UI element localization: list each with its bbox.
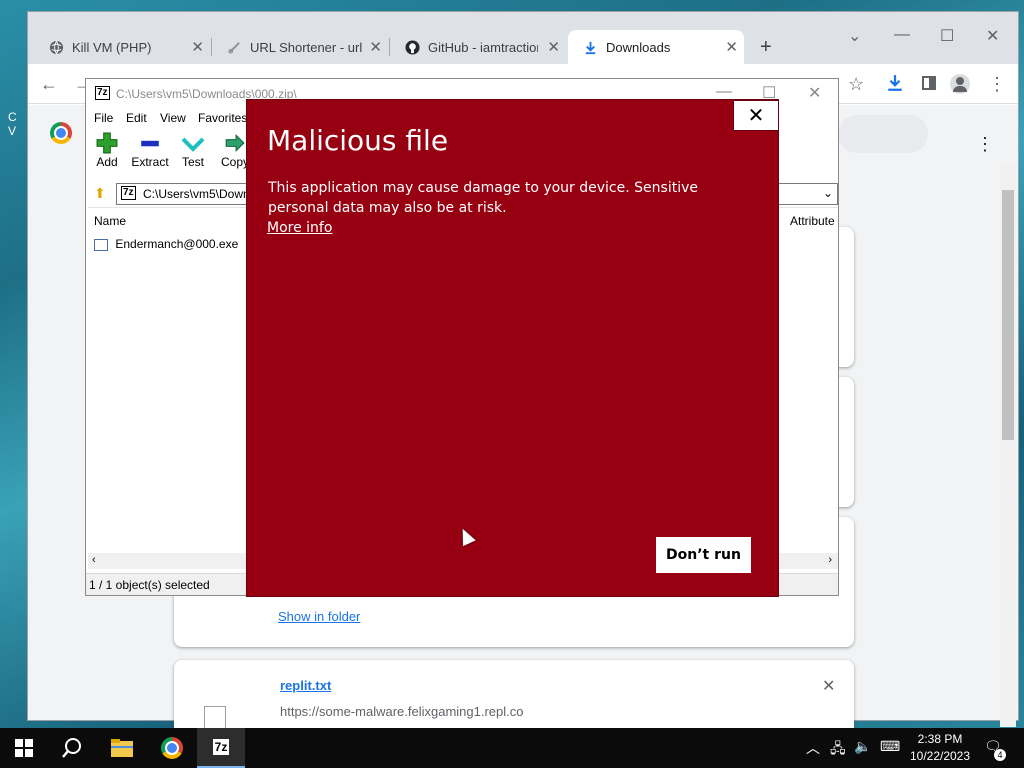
scroll-left-icon[interactable]: ‹: [92, 554, 96, 566]
globe-icon: [48, 39, 64, 55]
network-icon[interactable]: 🖧: [830, 738, 846, 762]
sevenzip-close-icon[interactable]: ✕: [808, 83, 821, 103]
file-explorer-button[interactable]: [98, 728, 146, 768]
desktop-fragment-line: C: [8, 110, 17, 124]
github-icon: [404, 39, 420, 55]
menu-file[interactable]: File: [94, 111, 113, 125]
desktop-icon-fragment: C V: [8, 110, 17, 138]
windows-logo-icon: [15, 739, 33, 757]
menu-kebab-icon[interactable]: ⋮: [988, 74, 1006, 95]
back-icon[interactable]: ←: [40, 74, 58, 95]
profile-avatar-icon[interactable]: [950, 74, 970, 94]
tab-label: Kill VM (PHP): [72, 39, 152, 55]
bookmark-star-icon[interactable]: ☆: [848, 74, 864, 95]
show-in-folder-link[interactable]: Show in folder: [278, 609, 360, 624]
download-file-name[interactable]: replit.txt: [280, 678, 331, 693]
remove-download-icon[interactable]: ✕: [822, 676, 835, 696]
tab-close-icon[interactable]: ✕: [547, 38, 560, 56]
tab-kill-vm[interactable]: Kill VM (PHP) ✕: [34, 30, 210, 64]
dialog-title: Malicious file: [267, 124, 449, 157]
file-row-name: Endermanch@000.exe: [115, 237, 239, 251]
tab-label: Downloads: [606, 39, 671, 55]
scroll-right-icon[interactable]: ›: [828, 554, 832, 566]
column-header-name[interactable]: Name: [94, 214, 126, 228]
maximize-icon[interactable]: ☐: [940, 26, 954, 46]
page-scroll-thumb[interactable]: [1002, 190, 1014, 440]
dialog-close-icon[interactable]: ✕: [733, 100, 779, 131]
download-icon: [582, 39, 598, 55]
downloads-toolbar-icon[interactable]: [886, 74, 904, 95]
column-header-attributes[interactable]: Attribute: [790, 214, 835, 228]
tab-strip: Kill VM (PHP) ✕ URL Shortener - url s ✕ …: [28, 12, 1018, 64]
tab-close-icon[interactable]: ✕: [369, 38, 382, 56]
exe-file-icon: [94, 238, 108, 251]
close-window-icon[interactable]: ✕: [986, 26, 999, 46]
file-row[interactable]: Endermanch@000.exe: [94, 237, 238, 251]
search-downloads-field[interactable]: [838, 115, 928, 153]
sevenzip-app-icon: 7z: [95, 86, 110, 100]
minimize-icon[interactable]: —: [894, 26, 910, 44]
taskbar: 7z ︿ 🖧 🔈 ⌨ 2:38 PM 10/22/2023 🗨: [0, 728, 1024, 768]
clock-date: 10/22/2023: [909, 749, 971, 763]
folder-up-icon[interactable]: ⬆: [94, 185, 106, 202]
sevenzip-taskbar-button[interactable]: 7z: [197, 728, 245, 768]
menu-view[interactable]: View: [160, 111, 186, 125]
download-source-url: https://some-malware.felixgaming1.repl.c…: [280, 704, 524, 719]
tab-label: URL Shortener - url s: [250, 39, 362, 55]
clock-time: 2:38 PM: [917, 732, 963, 746]
sevenzip-taskbar-icon: 7z: [212, 739, 230, 755]
menu-favorites[interactable]: Favorites: [198, 111, 247, 125]
more-info-link[interactable]: More info: [267, 220, 332, 236]
menu-edit[interactable]: Edit: [126, 111, 147, 125]
chrome-icon: [161, 737, 183, 759]
dialog-message: This application may cause damage to you…: [268, 180, 698, 216]
dont-run-button[interactable]: Don’t run: [656, 537, 751, 573]
search-button[interactable]: [48, 728, 96, 768]
chrome-logo-icon: [50, 122, 72, 144]
notification-count-badge: 4: [994, 749, 1006, 761]
downloads-more-icon[interactable]: ⋮: [976, 134, 994, 155]
volume-muted-icon[interactable]: 🔈: [854, 738, 871, 755]
new-tab-button[interactable]: +: [760, 36, 772, 59]
link-icon: [226, 39, 242, 55]
keyboard-icon[interactable]: ⌨: [880, 738, 900, 755]
tab-github[interactable]: GitHub - iamtraction ✕: [390, 30, 566, 64]
tab-label: GitHub - iamtraction: [428, 39, 538, 55]
system-clock[interactable]: 2:38 PM 10/22/2023: [900, 731, 980, 765]
chrome-taskbar-button[interactable]: [148, 728, 196, 768]
tab-close-icon[interactable]: ✕: [191, 38, 204, 56]
tab-url-shortener[interactable]: URL Shortener - url s ✕: [212, 30, 388, 64]
folder-icon: [111, 739, 133, 757]
status-text: 1 / 1 object(s) selected: [89, 578, 210, 592]
address-dropdown-icon[interactable]: ⌄: [823, 186, 833, 200]
tab-search-chevron-icon[interactable]: ⌄: [848, 26, 861, 46]
tab-downloads[interactable]: Downloads ✕: [568, 30, 744, 64]
smartscreen-dialog: Malicious file This application may caus…: [246, 99, 779, 597]
side-panel-icon[interactable]: [922, 76, 936, 90]
tray-overflow-chevron-icon[interactable]: ︿: [806, 738, 820, 758]
tab-close-icon[interactable]: ✕: [725, 38, 738, 56]
search-icon: [62, 738, 81, 758]
start-button[interactable]: [0, 728, 48, 768]
archive-icon: 7z: [121, 186, 136, 200]
desktop-fragment-line: V: [8, 124, 17, 138]
